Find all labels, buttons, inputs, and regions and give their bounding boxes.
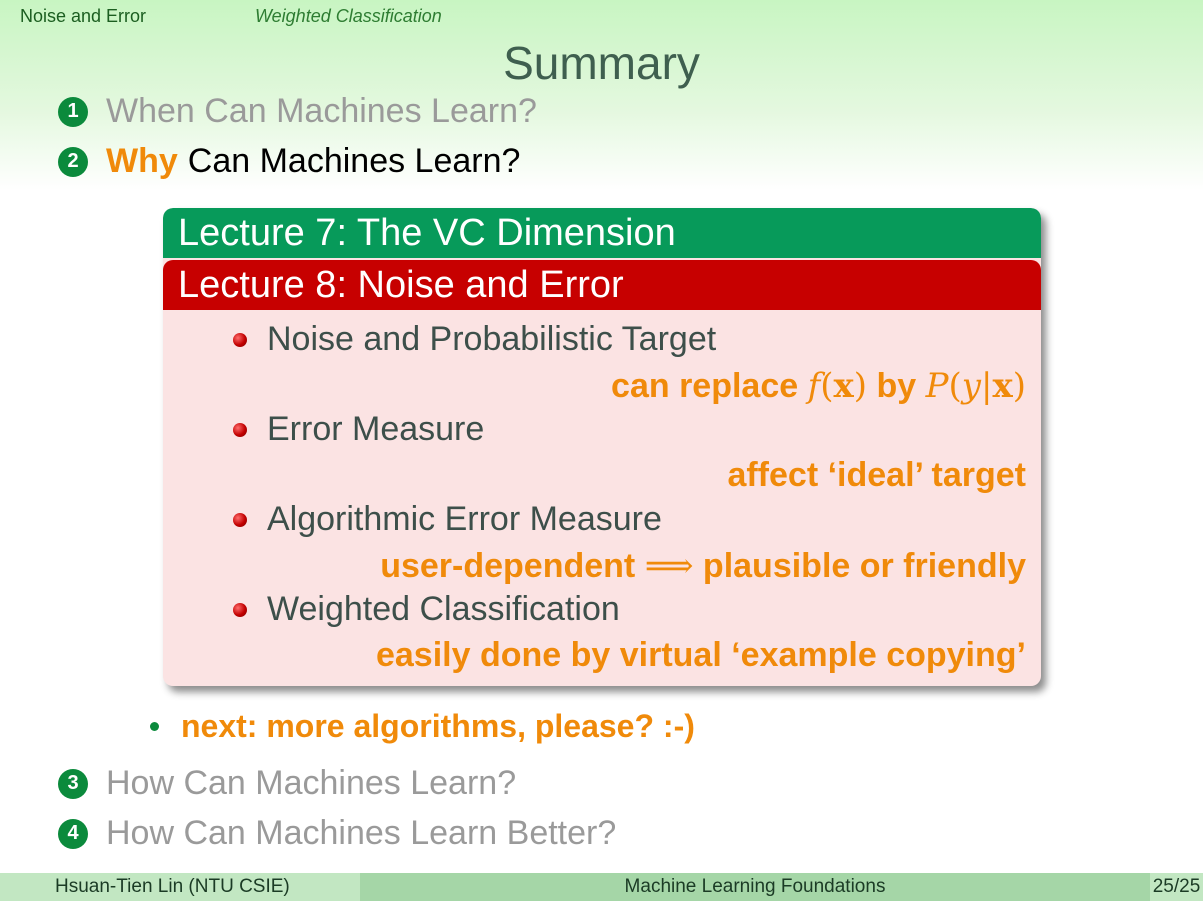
bullet-item-3: Algorithmic Error Measure [233, 500, 662, 539]
slide-title: Summary [503, 37, 700, 89]
toc-item-1: 1 When Can Machines Learn? [58, 92, 537, 131]
header-section: Noise and Error [20, 6, 147, 26]
bullet-title-4: Weighted Classification [267, 590, 620, 628]
bullet-note-3: user-dependent ⟹ plausible or friendly [380, 546, 1026, 586]
number-badge-2: 2 [58, 146, 88, 177]
math-y: y [961, 366, 981, 406]
note-3-left: user-dependent [380, 547, 636, 585]
header-subsection: Weighted Classification [255, 6, 442, 26]
math-x: x [833, 366, 854, 406]
bullet-ball-icon [233, 602, 247, 617]
toc-item-4: 4 How Can Machines Learn Better? [58, 814, 616, 853]
bullet-title-2: Error Measure [267, 410, 485, 448]
toc-item-2: 2 Why Can Machines Learn? [58, 142, 520, 181]
bullet-note-4: easily done by virtual ‘example copying’ [375, 636, 1026, 674]
math-P: P [925, 366, 949, 406]
bullet-dot-icon [150, 722, 159, 731]
toc-text-4: How Can Machines Learn Better? [106, 814, 617, 852]
math-f: f [807, 366, 821, 406]
bullet-item-4: Weighted Classification [233, 590, 620, 629]
footer-course: Machine Learning Foundations [360, 873, 1150, 901]
bullet-title-3: Algorithmic Error Measure [267, 500, 662, 538]
math-x2: x [992, 366, 1013, 406]
toc-item-3: 3 How Can Machines Learn? [58, 764, 516, 803]
bullet-item-2: Error Measure [233, 410, 484, 449]
bullet-note-2: affect ‘ideal’ target [727, 456, 1026, 494]
bullet-ball-icon [233, 512, 247, 527]
bullet-item-1: Noise and Probabilistic Target [233, 320, 716, 359]
lecture-8-header: Lecture 8: Noise and Error [163, 260, 1041, 310]
toc-text-3: How Can Machines Learn? [106, 764, 517, 802]
toc-text-2: Can Machines Learn? [187, 142, 521, 180]
number-badge-3: 3 [58, 768, 88, 799]
slide-header: Noise and Error Weighted Classification [0, 0, 1203, 30]
bullet-ball-icon [233, 422, 247, 437]
bullet-note-1: can replace f(x) by P(y|x) [611, 366, 1026, 406]
implies-arrow-icon: ⟹ [644, 546, 694, 586]
number-badge-1: 1 [58, 96, 88, 127]
note-1-by: by [876, 367, 917, 405]
lecture-7-header: Lecture 7: The VC Dimension [163, 208, 1041, 258]
footer-page-number: 25/25 [1150, 873, 1203, 901]
note-1-prefix: can replace [611, 367, 799, 405]
next-text: next: more algorithms, please? :-) [181, 708, 695, 744]
slide-footer: Hsuan-Tien Lin (NTU CSIE) Machine Learni… [0, 873, 1203, 901]
toc-highlight-why: Why [106, 142, 178, 180]
toc-text-1: When Can Machines Learn? [106, 92, 537, 130]
bullet-title-1: Noise and Probabilistic Target [267, 320, 717, 358]
bullet-ball-icon [233, 332, 247, 347]
footer-author: Hsuan-Tien Lin (NTU CSIE) [0, 873, 360, 901]
note-3-right: plausible or friendly [702, 547, 1026, 585]
next-note: next: more algorithms, please? :-) [150, 708, 695, 745]
lecture-summary-box: Lecture 7: The VC Dimension Lecture 8: N… [163, 208, 1041, 686]
number-badge-4: 4 [58, 818, 88, 849]
